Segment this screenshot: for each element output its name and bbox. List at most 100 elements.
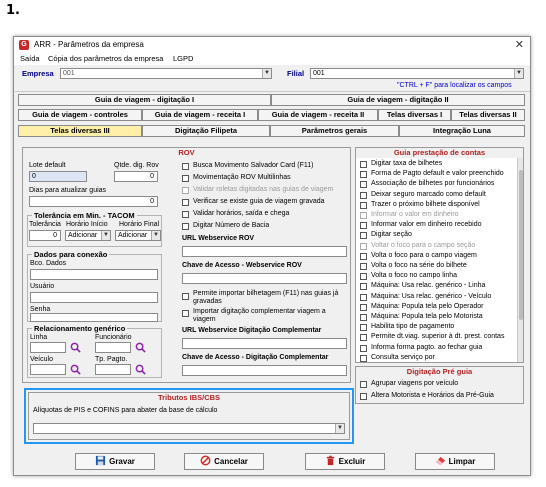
horario-inicio-select[interactable]: Adicionar ▼ xyxy=(65,230,111,241)
menu-lgpd[interactable]: LGPD xyxy=(173,54,193,63)
horario-final-label: Horário Final xyxy=(119,221,160,228)
empresa-combo[interactable]: 001 ▼ xyxy=(60,68,272,79)
prestacao-checkbox[interactable] xyxy=(360,232,367,240)
chevron-down-icon[interactable]: ▼ xyxy=(262,69,271,78)
checkbox-validar-roletas[interactable] xyxy=(182,187,189,194)
conexao-title: Dados para conexão xyxy=(32,250,110,259)
tab-digitacao-2[interactable]: Guia de viagem - digitação II xyxy=(271,94,525,106)
prestacao-checkbox[interactable] xyxy=(360,222,367,230)
prestacao-checkbox[interactable] xyxy=(360,354,367,362)
prestacao-checkbox[interactable] xyxy=(360,314,367,321)
chevron-down-icon[interactable]: ▼ xyxy=(151,231,160,240)
limpar-button[interactable]: Limpar xyxy=(415,453,495,470)
checkbox-numero-bacia[interactable] xyxy=(182,223,189,230)
search-icon[interactable] xyxy=(70,364,81,375)
eraser-icon xyxy=(435,456,445,466)
prestacao-checkbox[interactable] xyxy=(360,212,367,219)
linha-input[interactable] xyxy=(30,342,66,353)
checkbox-bilhetagem[interactable] xyxy=(182,293,189,300)
horario-final-select[interactable]: Adicionar ▼ xyxy=(115,230,161,241)
prestacao-checkbox[interactable] xyxy=(360,242,367,250)
url-webservice-label: URL Webservice ROV xyxy=(182,235,255,242)
chave-complementar-input[interactable] xyxy=(182,365,347,376)
pre-guia-check-label: Agrupar viagens por veículo xyxy=(371,380,459,387)
senha-input[interactable] xyxy=(30,313,158,322)
checkbox-multilinhas[interactable] xyxy=(182,175,189,182)
prestacao-checkbox[interactable] xyxy=(360,334,367,342)
prestacao-checkbox[interactable] xyxy=(360,303,367,311)
cancelar-button[interactable]: Cancelar xyxy=(184,453,264,470)
tp-pagto-label: Tp. Pagto. xyxy=(95,356,128,363)
usuario-input[interactable] xyxy=(30,292,158,303)
check-label: Busca Movimento Salvador Card (F11) xyxy=(193,162,314,169)
prestacao-checkbox[interactable] xyxy=(360,283,367,291)
tp-pagto-input[interactable] xyxy=(95,364,131,375)
prestacao-checkbox[interactable] xyxy=(360,201,367,209)
prestacao-item-label: Habilita tipo de pagamento xyxy=(371,323,455,331)
prestacao-item-label: Voltar o foco para o campo seção xyxy=(371,241,476,249)
search-icon[interactable] xyxy=(70,342,81,353)
tab-telas-2[interactable]: Telas diversas II xyxy=(451,109,525,121)
limpar-label: Limpar xyxy=(448,457,476,466)
horario-final-value: Adicionar xyxy=(118,232,148,239)
url-webservice-input[interactable] xyxy=(182,246,347,257)
gravar-button[interactable]: Gravar xyxy=(75,453,155,470)
prestacao-checkbox[interactable] xyxy=(360,324,367,332)
scroll-thumb[interactable] xyxy=(519,170,523,320)
bco-dados-input[interactable] xyxy=(30,269,158,280)
tolerancia-input[interactable]: 0 xyxy=(29,230,61,241)
prestacao-checkbox[interactable] xyxy=(360,181,367,189)
excluir-button[interactable]: Excluir xyxy=(305,453,385,470)
tab-controles[interactable]: Guia de viagem - controles xyxy=(18,109,142,121)
menu-copia[interactable]: Cópia dos parâmetros da empresa xyxy=(48,54,163,63)
funcionario-input[interactable] xyxy=(95,342,131,353)
close-icon[interactable]: ✕ xyxy=(515,38,524,51)
tab-telas-3[interactable]: Telas diversas III xyxy=(18,125,142,137)
lote-default-input[interactable]: 0 xyxy=(29,171,87,182)
relacionamento-title: Relacionamento genérico xyxy=(32,324,128,333)
veiculo-input[interactable] xyxy=(30,364,66,375)
qtde-rov-label: Qtde. dig. Rov xyxy=(114,162,159,169)
prestacao-checkbox[interactable] xyxy=(360,263,367,270)
prestacao-checkbox[interactable] xyxy=(360,191,367,199)
prestacao-item-label: Máquina: Usa relac. genérico - Linha xyxy=(371,282,486,290)
tab-filipeta[interactable]: Digitação Filipeta xyxy=(142,125,270,137)
search-icon[interactable] xyxy=(135,342,146,353)
chevron-down-icon[interactable]: ▼ xyxy=(514,69,523,78)
highlight-box xyxy=(24,388,354,444)
tab-integracao-luna[interactable]: Integração Luna xyxy=(399,125,525,137)
qtde-rov-input[interactable]: 0 xyxy=(114,171,158,182)
trash-icon xyxy=(326,455,334,466)
check-label: Movimentação ROV Multilinhas xyxy=(193,174,291,181)
tab-parametros-gerais[interactable]: Parâmetros gerais xyxy=(270,125,399,137)
checkbox-agrupar-viagens[interactable] xyxy=(360,381,367,388)
chave-webservice-input[interactable] xyxy=(182,273,347,284)
checkbox-validar-horarios[interactable] xyxy=(182,211,189,218)
menu-saida[interactable]: Saída xyxy=(20,54,40,63)
prestacao-checkbox[interactable] xyxy=(360,293,367,301)
checkbox-importar-digitacao[interactable] xyxy=(182,310,189,317)
checkbox-altera-motorista[interactable] xyxy=(360,393,367,400)
tab-digitacao-1[interactable]: Guia de viagem - digitação I xyxy=(18,94,271,106)
prestacao-checkbox[interactable] xyxy=(360,344,367,352)
horario-inicio-label: Horário Início xyxy=(66,221,108,228)
prestacao-checkbox[interactable] xyxy=(360,252,367,260)
usuario-label: Usuário xyxy=(30,283,55,290)
tab-receita-2[interactable]: Guia de viagem - receita II xyxy=(258,109,378,121)
tab-telas-1[interactable]: Telas diversas I xyxy=(378,109,451,121)
prestacao-scrollbar[interactable] xyxy=(517,158,523,362)
prestacao-checkbox[interactable] xyxy=(360,171,367,179)
pre-guia-check-label: Altera Motorista e Horários da Pré-Guia xyxy=(371,392,494,399)
filial-combo[interactable]: 001 ▼ xyxy=(310,68,524,79)
tab-receita-1[interactable]: Guia de viagem - receita I xyxy=(142,109,258,121)
chevron-down-icon[interactable]: ▼ xyxy=(101,231,110,240)
dias-label: Dias para atualizar guias xyxy=(29,187,107,194)
url-complementar-input[interactable] xyxy=(182,338,347,349)
checkbox-verificar-guia[interactable] xyxy=(182,199,189,206)
search-icon[interactable] xyxy=(135,364,146,375)
prestacao-checkbox[interactable] xyxy=(360,161,367,168)
dias-input[interactable]: 0 xyxy=(29,196,158,207)
prestacao-item-label: Volta o foco no campo linha xyxy=(371,272,458,280)
prestacao-checkbox[interactable] xyxy=(360,273,367,281)
checkbox-salvador-card[interactable] xyxy=(182,163,189,170)
